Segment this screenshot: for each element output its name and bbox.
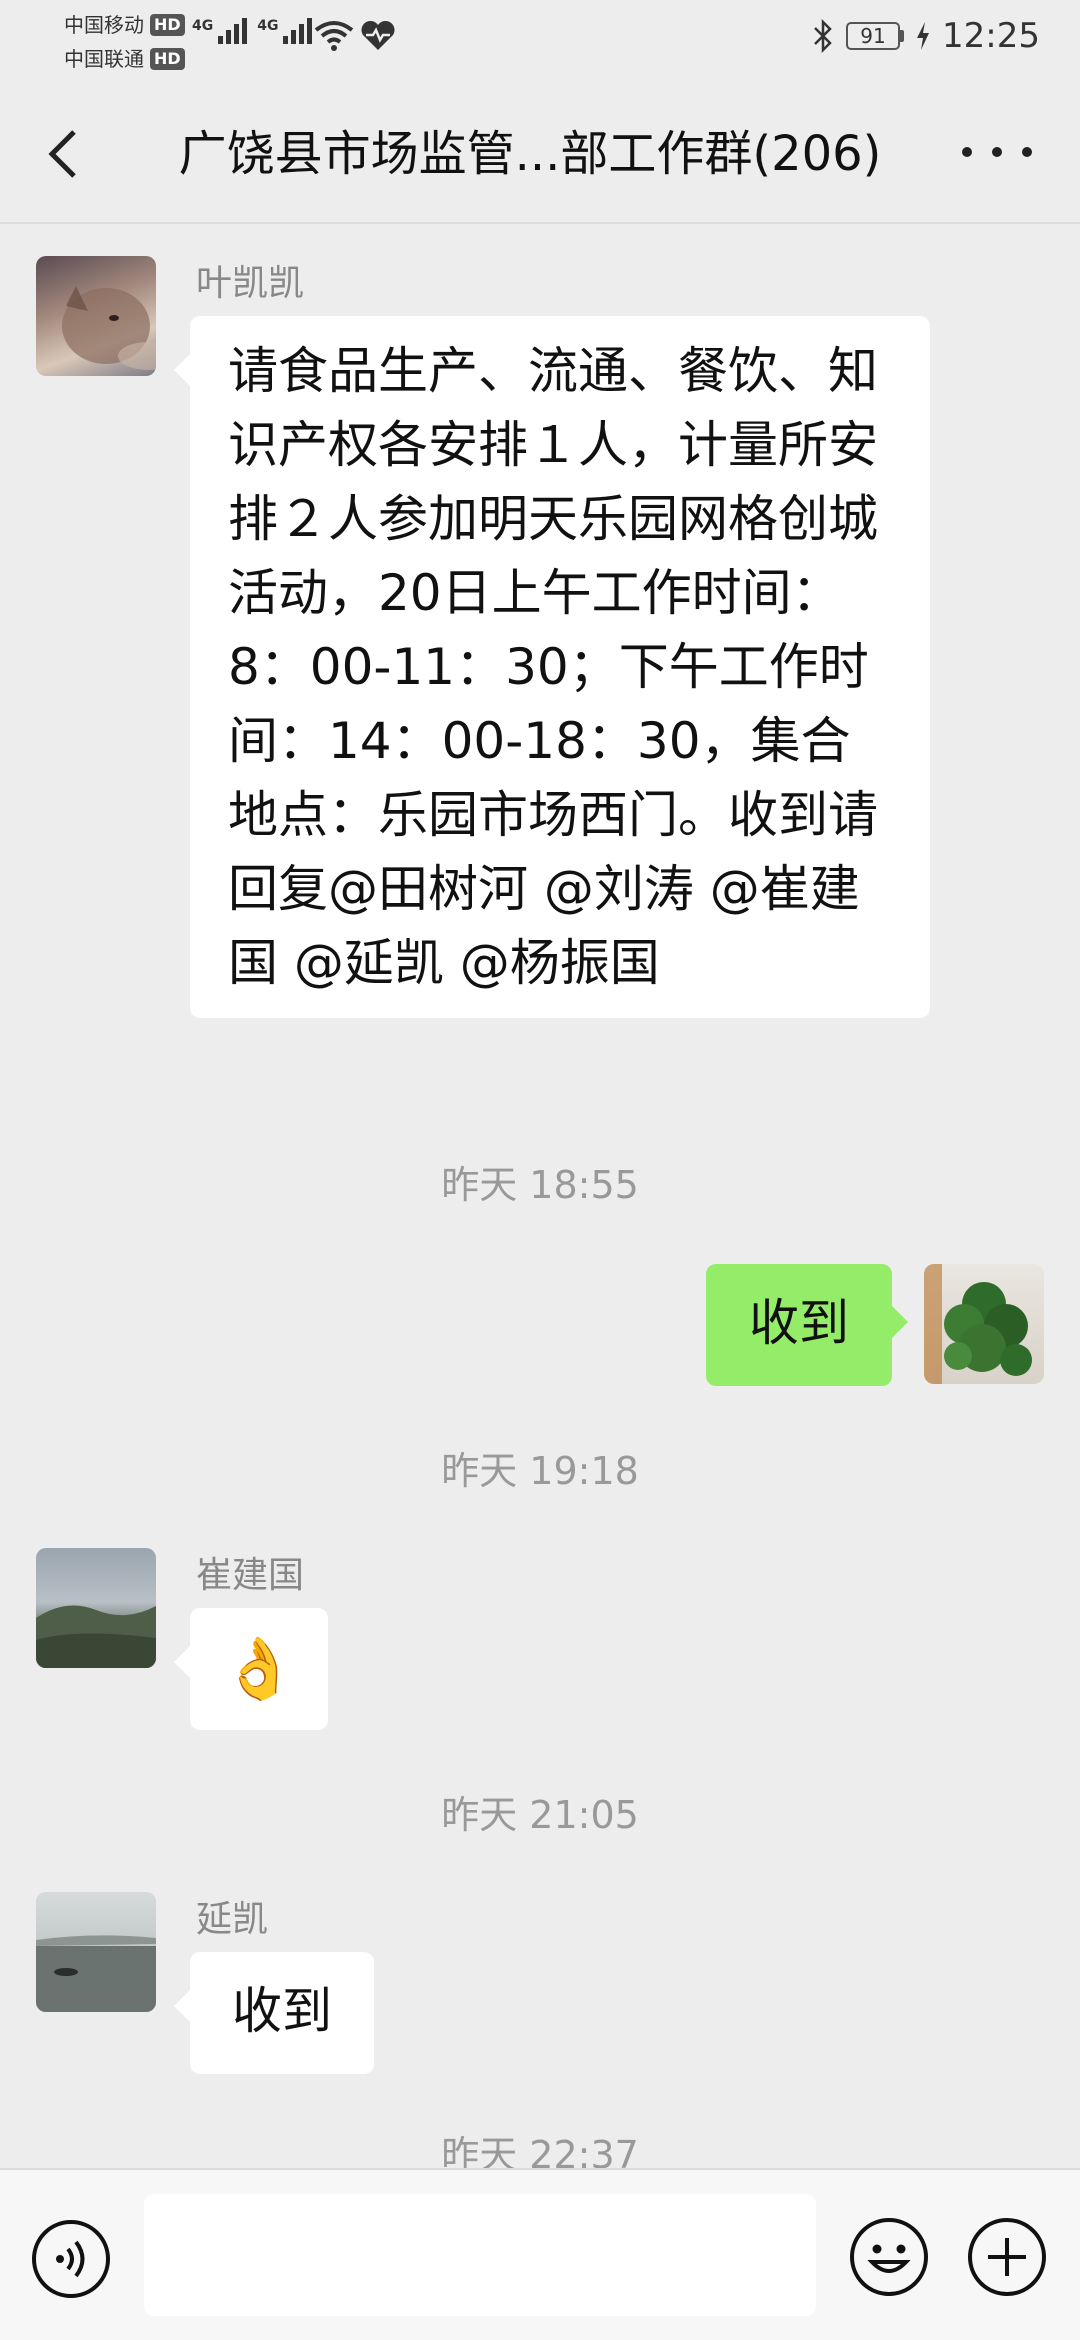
timestamp: 昨天 21:05 bbox=[441, 1793, 639, 1837]
signal-1-icon: 4G bbox=[192, 18, 248, 44]
emoji-button[interactable] bbox=[848, 2216, 930, 2298]
chat-header: 广饶县市场监管...部工作群(206) bbox=[0, 84, 1080, 224]
bluetooth-icon bbox=[814, 19, 832, 53]
dot-icon bbox=[962, 147, 972, 157]
dot-icon bbox=[992, 147, 1002, 157]
cat-photo-icon bbox=[62, 286, 156, 370]
more-options-button[interactable] bbox=[962, 132, 1032, 172]
sender-name: 延凯 bbox=[196, 1899, 269, 1940]
battery-icon: 91 bbox=[846, 22, 905, 50]
timestamp: 昨天 19:18 bbox=[441, 1449, 639, 1493]
voice-input-button[interactable] bbox=[30, 2218, 112, 2300]
carrier-1-label: 中国移动 bbox=[64, 13, 144, 37]
carrier-2-label: 中国联通 bbox=[64, 47, 144, 71]
input-bar bbox=[0, 2168, 1080, 2340]
status-bar: 中国移动 HD 中国联通 HD 4G 4G 91 12:25 bbox=[0, 0, 1080, 84]
chat-title: 广饶县市场监管...部工作群(206) bbox=[178, 126, 882, 182]
charging-bolt-icon bbox=[917, 22, 930, 50]
my-message-bubble[interactable]: 收到 bbox=[706, 1264, 908, 1386]
plant-photo-icon bbox=[924, 1264, 1032, 1384]
avatar-yan-kai[interactable] bbox=[36, 1892, 156, 2012]
back-button[interactable] bbox=[36, 124, 96, 184]
signal-2-icon: 4G bbox=[257, 18, 313, 44]
sender-name: 叶凯凯 bbox=[196, 263, 305, 304]
message-bubble[interactable]: 请食品生产、流通、餐饮、知识产权各安排１人，计量所安排２人参加明天乐园网格创城活… bbox=[174, 316, 930, 1018]
hd-badge-2: HD bbox=[150, 48, 185, 70]
landscape-photo-icon bbox=[36, 1605, 156, 1668]
lake-photo-icon bbox=[36, 1935, 156, 2012]
message-input[interactable] bbox=[144, 2194, 816, 2316]
health-heart-icon bbox=[361, 20, 395, 50]
clock: 12:25 bbox=[942, 16, 1040, 56]
chat-screen: 中国移动 HD 中国联通 HD 4G 4G 91 12:25 广饶县市场监管..… bbox=[0, 0, 1080, 2340]
my-avatar[interactable] bbox=[924, 1264, 1044, 1384]
wifi-icon bbox=[314, 21, 354, 51]
avatar-cui-jianguo[interactable] bbox=[36, 1548, 156, 1668]
message-bubble[interactable]: 收到 bbox=[174, 1952, 374, 2074]
hd-badge-1: HD bbox=[150, 14, 185, 36]
avatar-ye-kaikai[interactable] bbox=[36, 256, 156, 376]
dot-icon bbox=[1022, 147, 1032, 157]
timestamp: 昨天 18:55 bbox=[441, 1163, 639, 1207]
battery-level: 91 bbox=[846, 22, 901, 50]
sender-name: 崔建国 bbox=[196, 1555, 305, 1596]
more-functions-button[interactable] bbox=[966, 2216, 1048, 2298]
carrier-info: 中国移动 HD 中国联通 HD bbox=[64, 8, 185, 76]
message-bubble[interactable]: 👌 bbox=[174, 1608, 328, 1730]
